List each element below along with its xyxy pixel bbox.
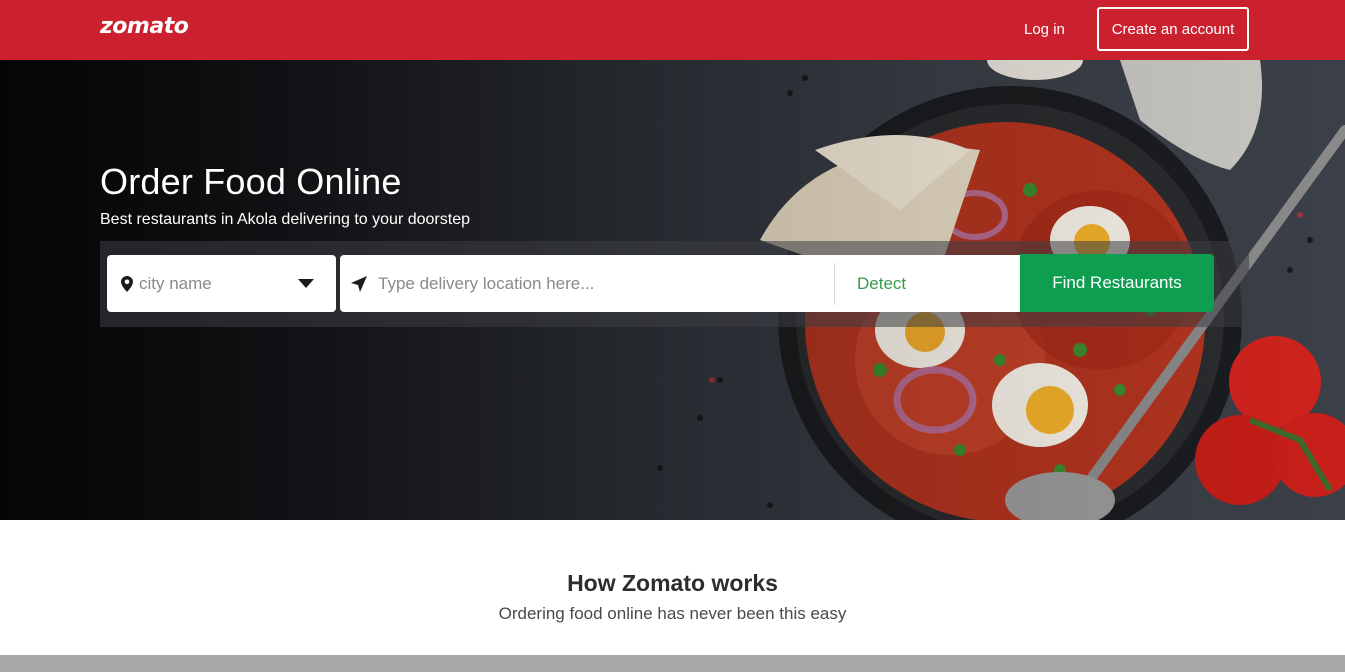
top-navbar: zomato Log in Create an account — [0, 0, 1345, 60]
hero-banner: Order Food Online Best restaurants in Ak… — [0, 60, 1345, 520]
map-pin-icon — [121, 275, 133, 292]
hero-title: Order Food Online — [100, 161, 402, 202]
city-select[interactable]: city name — [107, 255, 336, 312]
city-placeholder: city name — [139, 273, 212, 293]
detect-location-button[interactable]: Detect — [835, 274, 1020, 294]
next-section-strip — [0, 655, 1345, 672]
find-restaurants-button[interactable]: Find Restaurants — [1020, 254, 1214, 312]
location-search: Detect — [340, 255, 1020, 312]
delivery-location-input[interactable] — [378, 263, 834, 304]
how-it-works-title: How Zomato works — [567, 570, 778, 596]
location-arrow-icon — [351, 275, 367, 292]
login-link[interactable]: Log in — [1024, 21, 1065, 38]
zomato-logo[interactable]: zomato — [100, 14, 189, 39]
hero-subtitle: Best restaurants in Akola delivering to … — [100, 211, 470, 228]
chevron-down-icon[interactable] — [298, 279, 314, 288]
how-it-works-subtitle: Ordering food online has never been this… — [498, 604, 847, 623]
search-panel: city name Detect Find Restaurants — [100, 241, 1249, 327]
create-account-button[interactable]: Create an account — [1097, 7, 1249, 51]
